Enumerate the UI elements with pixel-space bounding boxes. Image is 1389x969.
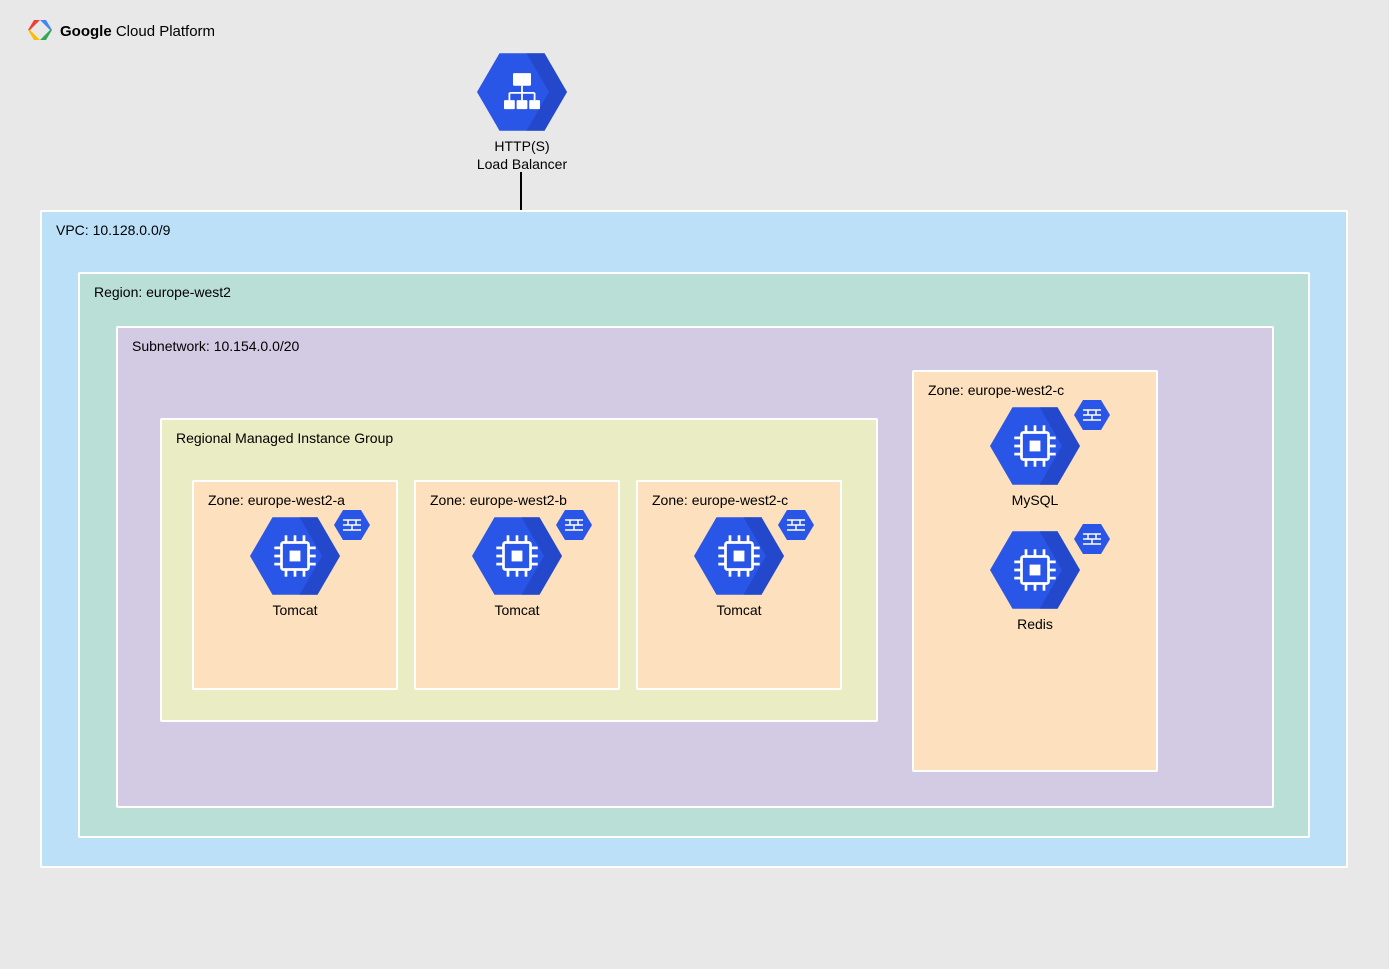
compute-tomcat-b-label: Tomcat [447,602,587,618]
firewall-badge-icon [334,510,370,540]
zone-c-label: Zone: europe-west2-c [638,482,840,508]
load-balancer-label-line2: Load Balancer [450,156,594,174]
compute-tomcat-c: Tomcat [669,516,809,618]
region-label: Region: europe-west2 [80,274,1308,300]
compute-tomcat-a-label: Tomcat [225,602,365,618]
compute-tomcat-c-label: Tomcat [669,602,809,618]
gcp-header: Google Cloud Platform [28,20,215,43]
load-balancer-icon [477,52,567,132]
gcp-title-bold: Google [60,23,112,40]
gcp-logo-icon [28,20,52,43]
zone-a-box: Zone: europe-west2-a Tomcat [192,480,398,690]
firewall-badge-icon [556,510,592,540]
compute-redis: Redis [965,530,1105,632]
compute-mysql-label: MySQL [965,492,1105,508]
zone-db-label: Zone: europe-west2-c [914,372,1156,398]
diagram-canvas: Google Cloud Platform HTTP(S) Load Balan… [0,0,1389,969]
load-balancer-node: HTTP(S) Load Balancer [450,52,594,173]
gcp-title-light: Cloud Platform [112,23,215,40]
compute-engine-icon [694,516,784,596]
firewall-badge-icon [778,510,814,540]
firewall-badge-icon [1074,400,1110,430]
compute-engine-icon [250,516,340,596]
subnet-label: Subnetwork: 10.154.0.0/20 [118,328,1272,354]
zone-b-label: Zone: europe-west2-b [416,482,618,508]
zone-db-box: Zone: europe-west2-c MySQL Redis [912,370,1158,772]
zone-c-box: Zone: europe-west2-c Tomcat [636,480,842,690]
load-balancer-label: HTTP(S) Load Balancer [450,138,594,173]
gcp-title: Google Cloud Platform [60,23,215,40]
zone-a-label: Zone: europe-west2-a [194,482,396,508]
vpc-label: VPC: 10.128.0.0/9 [42,212,1346,238]
compute-engine-icon [472,516,562,596]
compute-tomcat-b: Tomcat [447,516,587,618]
firewall-badge-icon [1074,524,1110,554]
compute-tomcat-a: Tomcat [225,516,365,618]
compute-engine-icon [990,530,1080,610]
mig-label: Regional Managed Instance Group [162,420,876,446]
compute-engine-icon [990,406,1080,486]
load-balancer-label-line1: HTTP(S) [450,138,594,156]
compute-redis-label: Redis [965,616,1105,632]
compute-mysql: MySQL [965,406,1105,508]
zone-b-box: Zone: europe-west2-b Tomcat [414,480,620,690]
